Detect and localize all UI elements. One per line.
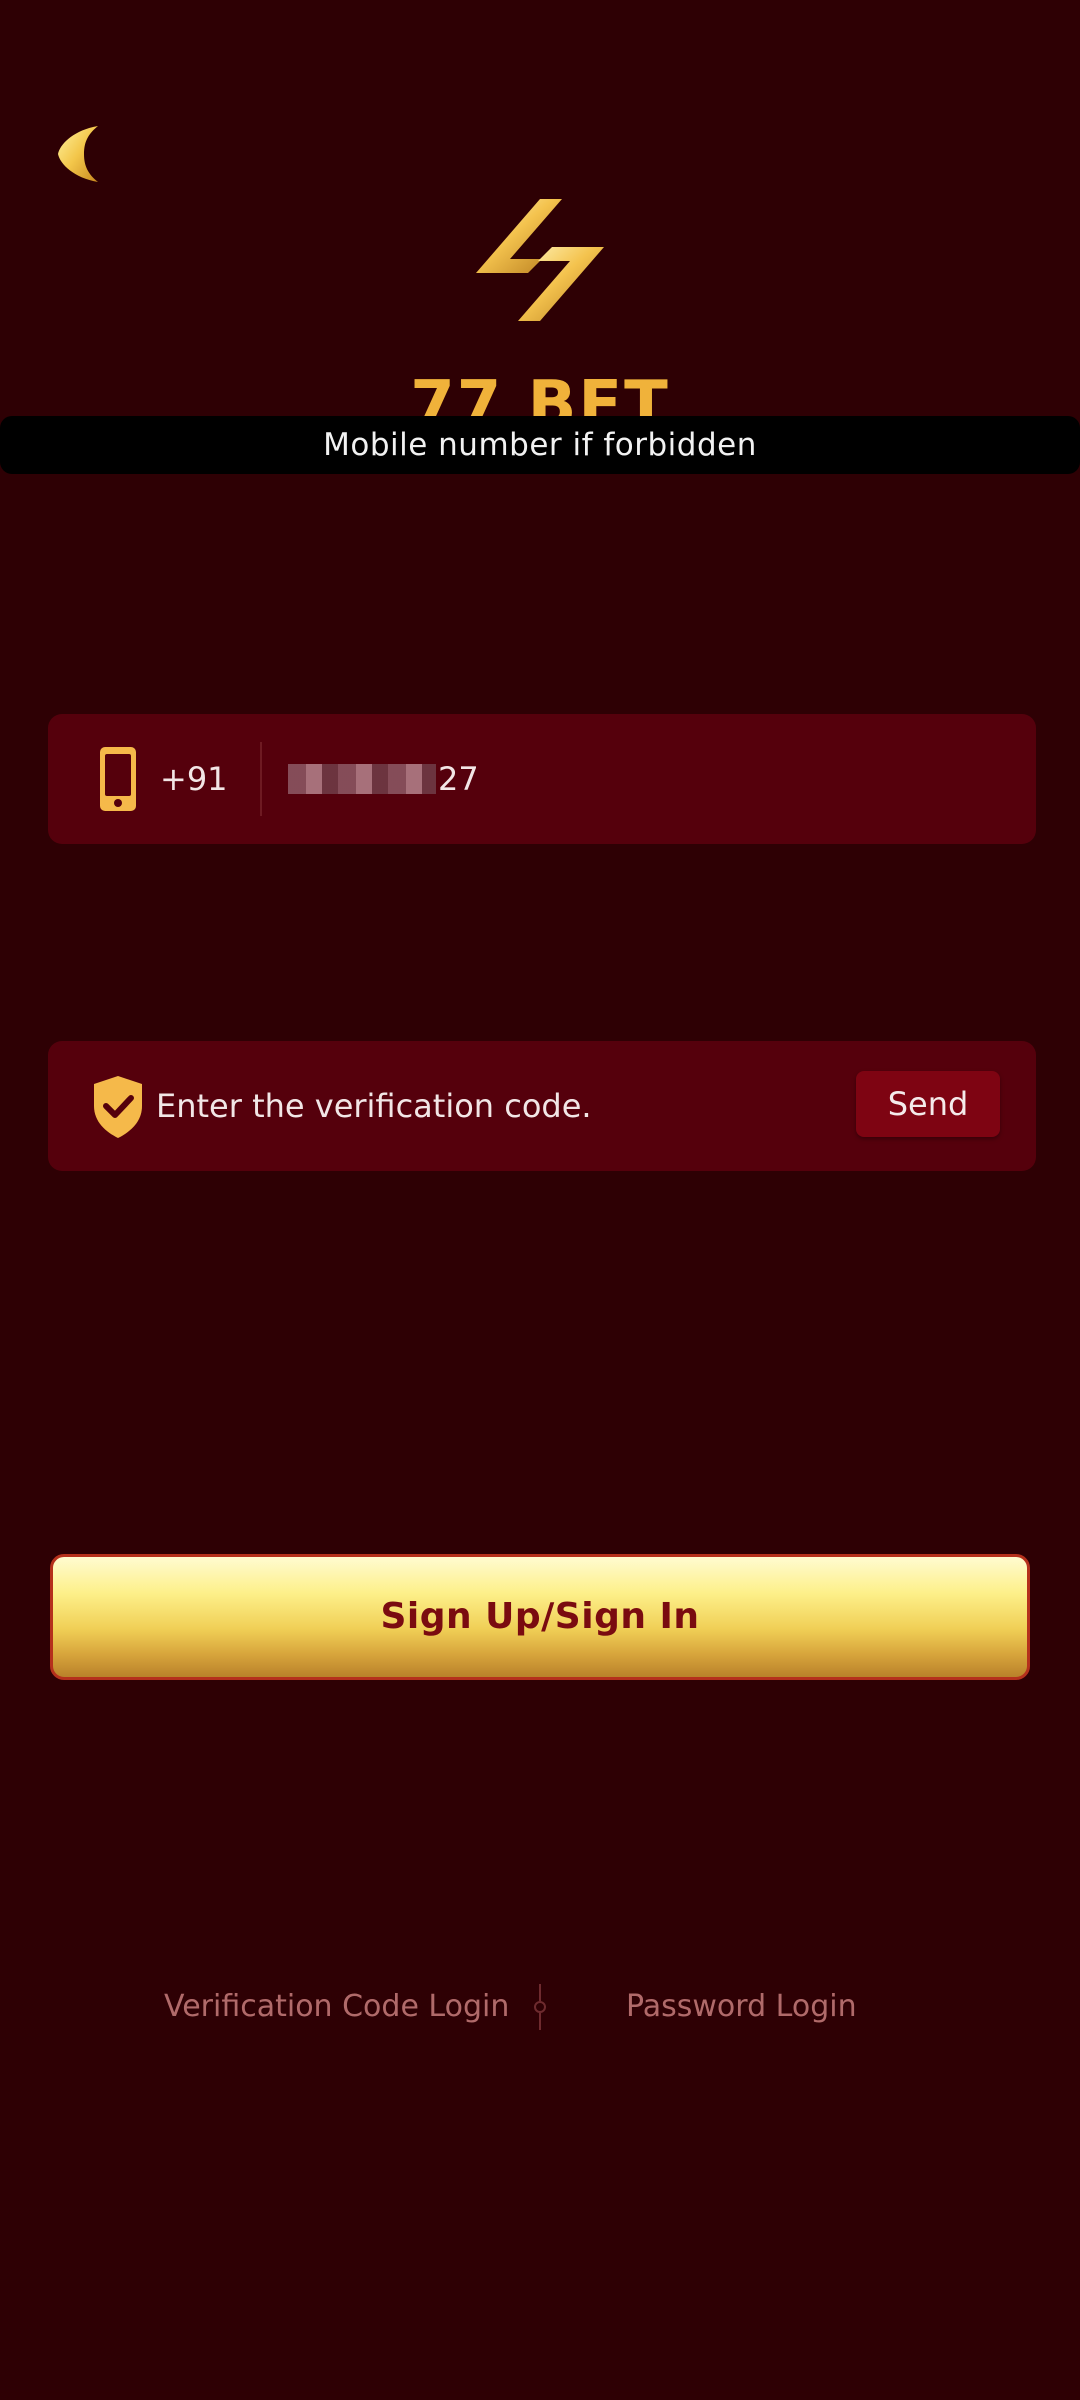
verification-code-field: Send	[48, 1041, 1036, 1171]
verification-code-input[interactable]	[156, 1041, 876, 1171]
send-code-button[interactable]: Send	[856, 1071, 1000, 1137]
redacted-digits	[288, 764, 436, 794]
back-arrow-icon	[58, 126, 98, 182]
login-screen: 77 BET Mobile number if forbidden +91 27…	[0, 0, 1080, 2400]
brand-name: 77 BET	[410, 368, 670, 417]
verification-code-login-link[interactable]: Verification Code Login	[164, 1972, 509, 2042]
sign-up-sign-in-button[interactable]: Sign Up/Sign In	[50, 1554, 1030, 1680]
field-divider	[260, 742, 262, 816]
separator-icon	[534, 1984, 546, 2030]
country-code[interactable]: +91	[160, 714, 228, 844]
password-login-link[interactable]: Password Login	[626, 1972, 857, 2042]
brand-logo-icon	[476, 199, 604, 321]
login-mode-switch: Verification Code Login Password Login	[0, 1972, 1080, 2042]
phone-field[interactable]: +91 27	[48, 714, 1036, 844]
phone-number-value[interactable]: 27	[288, 714, 479, 844]
toast-message: Mobile number if forbidden	[0, 416, 1080, 474]
back-button[interactable]	[44, 112, 128, 196]
phone-number-suffix: 27	[438, 760, 479, 798]
phone-icon	[100, 747, 136, 811]
shield-check-icon	[94, 1076, 142, 1138]
